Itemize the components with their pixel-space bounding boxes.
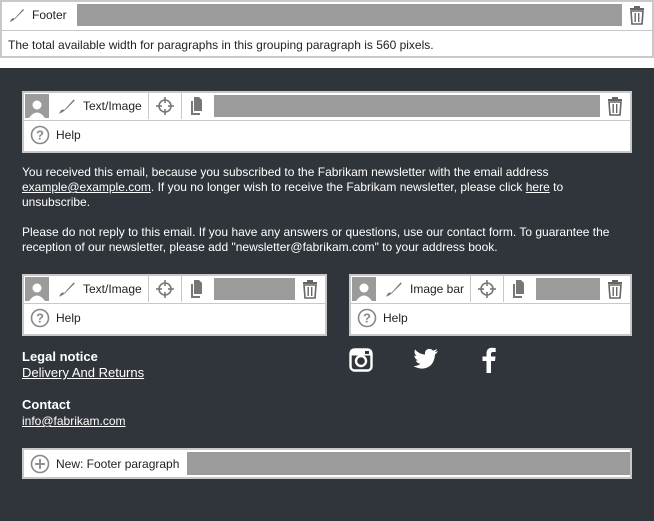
left-delete-button[interactable] <box>295 276 325 302</box>
new-paragraph-toolbar: New: Footer paragraph <box>24 450 630 477</box>
text-image-delete-button[interactable] <box>600 93 630 119</box>
copy-button[interactable] <box>182 93 214 119</box>
new-footer-paragraph-block: New: Footer paragraph <box>22 448 632 479</box>
text-image-help-row[interactable]: ? Help <box>24 120 630 148</box>
right-edit-button[interactable]: Image bar <box>378 276 472 302</box>
avatar-button[interactable] <box>25 94 49 118</box>
unsubscribe-here-link[interactable]: here <box>526 180 550 194</box>
trash-icon <box>630 6 644 25</box>
text-image-toolbar: Text/Image <box>24 93 630 119</box>
text-image-edit-button[interactable]: Text/Image <box>51 93 149 119</box>
unsubscribe-text-b: . If you no longer wish to receive the F… <box>150 180 526 194</box>
no-reply-paragraph: Please do not reply to this email. If yo… <box>22 225 634 255</box>
right-delete-button[interactable] <box>600 276 630 302</box>
image-bar-block: Image bar ? Help <box>349 274 632 336</box>
right-label: Image bar <box>410 282 465 296</box>
person-icon <box>29 283 45 301</box>
new-paragraph-bar <box>187 452 630 475</box>
footer-label: Footer <box>32 8 67 22</box>
new-paragraph-label: New: Footer paragraph <box>56 456 180 471</box>
person-icon <box>29 100 45 118</box>
help-icon: ? <box>357 308 377 327</box>
footer-toolbar-bar <box>76 4 622 26</box>
example-email-link[interactable]: example@example.com <box>22 180 151 194</box>
help-label: Help <box>56 310 81 325</box>
brush-icon <box>386 282 402 297</box>
footer-info-text: The total available width for paragraphs… <box>8 38 434 52</box>
help-icon: ? <box>30 125 50 144</box>
no-reply-text-b: reception of our newsletter, please add … <box>22 240 498 254</box>
footer-edit-button[interactable]: Footer <box>2 2 73 28</box>
text-image-toolbar-bar <box>213 95 600 117</box>
svg-text:?: ? <box>363 310 371 325</box>
right-help-row[interactable]: ? Help <box>351 303 630 331</box>
left-avatar-button[interactable] <box>25 277 49 301</box>
left-help-row[interactable]: ? Help <box>24 303 325 331</box>
copy-icon <box>190 97 202 115</box>
unsubscribe-text-c: to <box>549 180 564 194</box>
brush-icon <box>59 282 75 297</box>
contact-heading: Contact <box>22 397 71 412</box>
copy-icon <box>513 280 525 298</box>
right-toolbar: Image bar <box>351 276 630 302</box>
target-button[interactable] <box>149 93 182 119</box>
trash-icon <box>608 97 622 116</box>
footer-delete-button[interactable] <box>622 2 652 28</box>
copy-icon <box>190 280 202 298</box>
right-avatar-button[interactable] <box>352 277 376 301</box>
left-edit-button[interactable]: Text/Image <box>51 276 149 302</box>
footer-toolbar: Footer <box>2 2 652 28</box>
footer-grouping-block: Footer The total available width for par… <box>0 0 654 58</box>
left-text-image-block: Text/Image ? Help <box>22 274 327 336</box>
right-toolbar-bar <box>536 278 600 300</box>
left-toolbar-bar <box>213 278 295 300</box>
crosshair-icon <box>155 280 174 298</box>
trash-icon <box>608 280 622 299</box>
delivery-returns-link[interactable]: Delivery And Returns <box>22 365 144 380</box>
brush-icon <box>10 9 24 22</box>
crosshair-icon <box>478 280 497 298</box>
left-copy-button[interactable] <box>182 276 214 302</box>
help-label: Help <box>56 127 81 142</box>
text-image-block: Text/Image ? Help <box>22 91 632 153</box>
plus-circle-icon <box>30 454 50 473</box>
trash-icon <box>303 280 317 299</box>
unsubscribe-text-a: You received this email, because you sub… <box>22 165 549 179</box>
text-image-label: Text/Image <box>83 99 142 113</box>
no-reply-text-a: Please do not reply to this email. If yo… <box>22 225 610 239</box>
help-label: Help <box>383 310 408 325</box>
twitter-icon[interactable] <box>413 348 439 370</box>
footer-divider <box>2 30 652 31</box>
svg-text:?: ? <box>36 310 44 325</box>
crosshair-icon <box>155 97 174 115</box>
right-target-button[interactable] <box>471 276 505 302</box>
left-label: Text/Image <box>83 282 142 296</box>
facebook-icon[interactable] <box>482 347 496 373</box>
new-footer-paragraph-button[interactable]: New: Footer paragraph <box>24 450 185 477</box>
unsubscribe-text-d: unsubscribe. <box>22 195 91 209</box>
unsubscribe-paragraph: You received this email, because you sub… <box>22 165 634 210</box>
left-toolbar: Text/Image <box>24 276 325 302</box>
svg-text:?: ? <box>36 127 44 142</box>
contact-email-link[interactable]: info@fabrikam.com <box>22 414 126 429</box>
help-icon: ? <box>30 308 50 327</box>
instagram-icon[interactable] <box>349 348 373 372</box>
left-target-button[interactable] <box>149 276 182 302</box>
brush-icon <box>59 99 75 114</box>
right-copy-button[interactable] <box>504 276 536 302</box>
legal-notice-heading: Legal notice <box>22 349 98 364</box>
person-icon <box>356 283 372 301</box>
